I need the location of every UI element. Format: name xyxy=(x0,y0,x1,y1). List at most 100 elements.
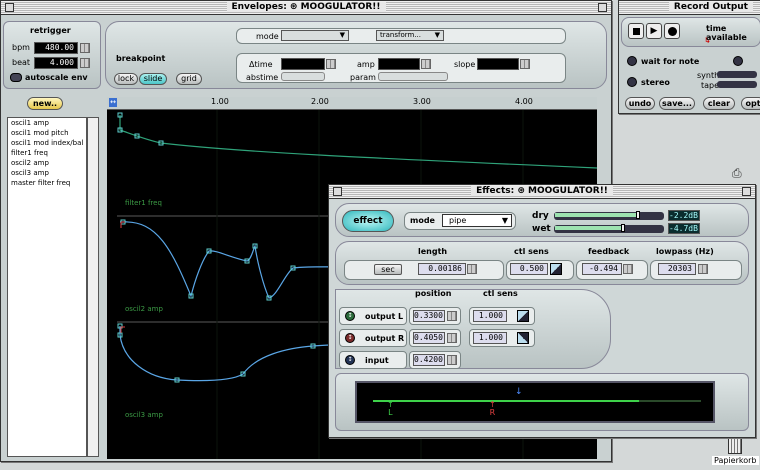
trash-icon[interactable] xyxy=(728,438,742,454)
input-marker-icon[interactable]: ↓ xyxy=(515,387,523,397)
record-icon xyxy=(668,27,677,36)
position-line-tail xyxy=(639,400,701,402)
sens-field[interactable]: 1.000 xyxy=(473,310,507,322)
envelopes-titlebar[interactable]: Envelopes: ⊛ MOOGULATOR!! xyxy=(1,1,611,15)
tape-slider[interactable] xyxy=(717,81,757,88)
dry-slider[interactable] xyxy=(554,211,664,220)
envelope-list-item[interactable]: oscil2 amp xyxy=(8,158,86,168)
transport-panel: ▶ time available ↳ xyxy=(621,17,760,47)
time-available-label: time available xyxy=(706,24,747,42)
lock-button[interactable]: lock xyxy=(114,73,138,85)
position-display[interactable]: ↓ ↑ L ↑ R xyxy=(355,381,715,423)
sec-button[interactable]: sec xyxy=(374,264,402,275)
envelope-list-item[interactable]: oscil1 mod pitch xyxy=(8,128,86,138)
effects-mode-select[interactable]: pipe ▼ xyxy=(442,214,512,227)
ctl-sens-curve-icon[interactable] xyxy=(550,263,562,275)
zoom-box-icon[interactable] xyxy=(598,3,607,12)
stereo-toggle[interactable] xyxy=(627,77,637,87)
position-stepper[interactable] xyxy=(447,311,457,321)
feedback-stepper[interactable] xyxy=(623,264,633,274)
record-titlebar[interactable]: Record Output xyxy=(619,1,760,15)
effects-mode-value: pipe xyxy=(449,216,467,225)
length-stepper[interactable] xyxy=(467,264,477,274)
ctl-sens-field[interactable]: 0.500 xyxy=(510,263,548,275)
trash-label[interactable]: Papierkorb xyxy=(712,456,759,465)
save-button[interactable]: save... xyxy=(659,97,695,110)
amp-field[interactable] xyxy=(378,58,420,70)
synth-slider[interactable] xyxy=(717,71,757,78)
synth-label: synth xyxy=(697,71,720,80)
wet-slider-thumb[interactable] xyxy=(621,224,626,232)
autoscale-toggle[interactable] xyxy=(10,73,22,82)
grid-button[interactable]: grid xyxy=(176,73,202,85)
list-scrollbar[interactable] xyxy=(87,117,99,457)
time-field[interactable] xyxy=(281,58,325,70)
position-stepper[interactable] xyxy=(447,333,457,343)
position-field[interactable]: 0.4050 xyxy=(413,332,445,344)
envelope-list[interactable]: oscil1 amp oscil1 mod pitch oscil1 mod ind… xyxy=(7,117,87,457)
overdub-toggle[interactable] xyxy=(733,56,743,66)
output-label: input xyxy=(365,356,389,365)
wet-slider-fill xyxy=(555,226,625,230)
effects-title: Effects: ⊛ MOOGULATOR!! xyxy=(471,186,613,196)
close-box-icon[interactable] xyxy=(333,187,342,196)
position-field[interactable]: 0.3300 xyxy=(413,310,445,322)
beat-stepper[interactable] xyxy=(80,58,90,68)
time-stepper[interactable] xyxy=(326,59,336,69)
top-controls: mode ▼ transform... ▼ breakpoint lock sli… xyxy=(105,21,607,89)
param-field[interactable] xyxy=(378,72,448,81)
envelope-list-item[interactable]: master filter freq xyxy=(8,178,86,188)
position-stepper[interactable] xyxy=(447,355,457,365)
abstime-field[interactable] xyxy=(281,72,325,81)
effect-button[interactable]: effect xyxy=(342,210,394,232)
envelope-list-item[interactable]: oscil1 mod index/bal xyxy=(8,138,86,148)
output-enable-icon[interactable]: ↕ xyxy=(345,355,355,365)
sens-curve-icon[interactable] xyxy=(517,310,529,322)
bpm-stepper[interactable] xyxy=(80,43,90,53)
bpm-field[interactable]: 480.00 xyxy=(34,42,78,54)
mode-select[interactable]: ▼ xyxy=(281,30,349,41)
close-box-icon[interactable] xyxy=(5,3,14,12)
output-r-marker[interactable]: ↑ R xyxy=(489,401,496,417)
output-l-marker[interactable]: ↑ L xyxy=(387,401,394,417)
play-button[interactable]: ▶ xyxy=(646,23,662,39)
time-ruler[interactable]: ↔ 1.00 2.00 3.00 4.00 xyxy=(107,97,597,110)
wet-label: wet xyxy=(532,224,551,234)
output-enable-icon[interactable]: ↕ xyxy=(345,333,355,343)
printer-icon[interactable]: ⎙ xyxy=(732,166,746,180)
envelope-list-item[interactable]: oscil1 amp xyxy=(8,118,86,128)
new-envelope-button[interactable]: new.. xyxy=(27,97,63,110)
playhead-icon[interactable]: ↔ xyxy=(109,98,117,107)
length-field[interactable]: 0.00186 xyxy=(418,263,466,275)
lowpass-field[interactable]: 20303 xyxy=(658,263,696,275)
envelope-list-item[interactable]: oscil3 amp xyxy=(8,168,86,178)
record-button[interactable] xyxy=(664,23,680,39)
marker-l-label: L xyxy=(388,408,393,417)
wait-for-note-toggle[interactable] xyxy=(627,56,637,66)
amp-stepper[interactable] xyxy=(421,59,431,69)
clear-button[interactable]: clear xyxy=(703,97,735,110)
stereo-label: stereo xyxy=(641,78,670,87)
undo-button[interactable]: undo xyxy=(625,97,655,110)
slope-label: slope xyxy=(454,60,476,69)
lowpass-stepper[interactable] xyxy=(698,264,708,274)
zoom-box-icon[interactable] xyxy=(742,187,751,196)
dry-slider-thumb[interactable] xyxy=(636,211,641,219)
options-button[interactable]: opt xyxy=(741,97,760,110)
feedback-field[interactable]: -0.494 xyxy=(582,263,622,275)
sens-curve-icon[interactable] xyxy=(517,332,529,344)
wet-slider[interactable] xyxy=(554,224,664,233)
marker-r-label: R xyxy=(489,408,496,417)
slope-stepper[interactable] xyxy=(520,59,530,69)
param-label: param xyxy=(350,73,376,82)
beat-field[interactable]: 4.000 xyxy=(34,57,78,69)
output-enable-icon[interactable]: ↕ xyxy=(345,311,355,321)
stop-button[interactable] xyxy=(628,23,644,39)
position-field[interactable]: 0.4200 xyxy=(413,354,445,366)
slope-field[interactable] xyxy=(477,58,519,70)
slide-button[interactable]: slide xyxy=(139,73,167,85)
envelope-list-item[interactable]: filter1 freq xyxy=(8,148,86,158)
effects-titlebar[interactable]: Effects: ⊛ MOOGULATOR!! xyxy=(329,185,755,199)
sens-field[interactable]: 1.000 xyxy=(473,332,507,344)
transform-select[interactable]: transform... ▼ xyxy=(376,30,444,41)
